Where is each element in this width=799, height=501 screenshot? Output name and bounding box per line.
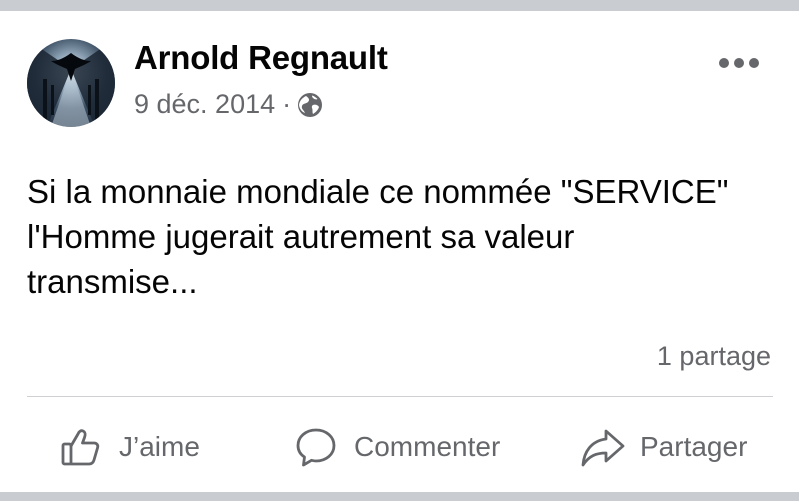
share-button[interactable]: Partager (580, 419, 747, 475)
author-name[interactable]: Arnold Regnault (134, 39, 388, 77)
globe-icon[interactable] (297, 92, 323, 118)
comment-button[interactable]: Commenter (294, 419, 500, 475)
post-text-line: transmise... (27, 263, 198, 300)
more-options-icon[interactable] (716, 53, 762, 73)
meta-separator: · (282, 89, 292, 119)
divider (27, 396, 773, 397)
action-bar: J’aime Commenter Partager (0, 419, 799, 475)
post-text-line: l'Homme jugerait autrement sa valeur (27, 218, 575, 255)
share-count[interactable]: 1 partage (657, 341, 771, 372)
post-text: Si la monnaie mondiale ce nommée "SERVIC… (27, 169, 787, 304)
post-date[interactable]: 9 déc. 2014 (134, 89, 275, 120)
post-meta: 9 déc. 2014 · (134, 89, 323, 120)
avatar-image (27, 39, 115, 127)
post-text-line: Si la monnaie mondiale ce nommée "SERVIC… (27, 173, 729, 210)
share-icon (581, 429, 625, 467)
thumbs-up-icon (61, 429, 100, 466)
author-avatar[interactable] (27, 39, 115, 127)
comment-label: Commenter (354, 431, 501, 462)
comment-icon (296, 428, 336, 467)
share-label: Partager (640, 431, 748, 462)
post-card: Arnold Regnault 9 déc. 2014 · Si la monn… (0, 11, 799, 492)
like-label: J’aime (119, 431, 200, 462)
like-button[interactable]: J’aime (59, 419, 200, 475)
